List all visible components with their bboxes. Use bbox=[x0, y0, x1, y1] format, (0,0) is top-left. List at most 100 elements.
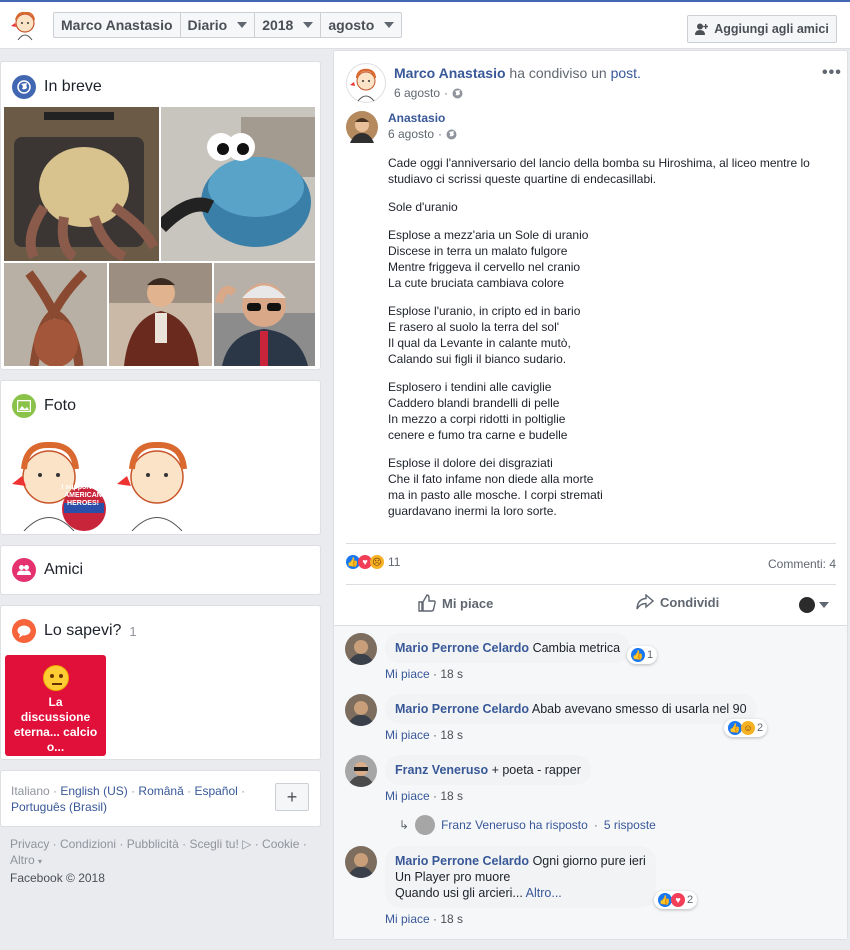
comment-item: Mario Perrone Celardo Abab avevano smess… bbox=[345, 694, 757, 742]
language-spanish[interactable]: Español bbox=[194, 784, 237, 798]
photo-icon bbox=[12, 394, 36, 418]
comment-author[interactable]: Franz Veneruso bbox=[395, 763, 488, 777]
featured-photo-vacuum[interactable] bbox=[161, 107, 315, 261]
post-author-name[interactable]: Marco Anastasio bbox=[394, 65, 506, 81]
comment-avatar[interactable] bbox=[345, 755, 377, 787]
crumb-year-dropdown[interactable]: 2018 bbox=[255, 13, 322, 37]
like-reaction-icon: 👍 bbox=[658, 893, 672, 907]
post-shared-link[interactable]: post. bbox=[611, 65, 641, 81]
footer-adchoices[interactable]: Scegli tu! bbox=[189, 837, 238, 851]
haha-reaction-icon: ☺ bbox=[741, 721, 755, 735]
comment-meta: Mi piace · 18 s bbox=[385, 912, 464, 926]
profile-avatar-small[interactable] bbox=[8, 8, 42, 42]
like-button[interactable]: Mi piace bbox=[418, 594, 493, 612]
featured-photo-sculpture[interactable] bbox=[4, 263, 107, 366]
share-button[interactable]: Condividi bbox=[636, 594, 719, 610]
comment-author[interactable]: Mario Perrone Celardo bbox=[395, 641, 529, 655]
comment-item: Franz Veneruso + poeta - rapper Mi piace… bbox=[345, 755, 591, 803]
comment-avatar[interactable] bbox=[345, 633, 377, 665]
footer-more[interactable]: Altro bbox=[10, 853, 35, 867]
comments-count[interactable]: Commenti: 4 bbox=[768, 557, 836, 571]
add-friend-button[interactable]: Aggiungi agli amici bbox=[687, 15, 837, 43]
globe-icon bbox=[446, 129, 457, 139]
lo-sapevi-question-card[interactable]: La discussione eterna... calcio o... bbox=[5, 655, 106, 756]
comment-time[interactable]: 18 s bbox=[440, 912, 463, 926]
comment-text: Abab avevano smesso di usarla nel 90 bbox=[531, 702, 747, 716]
post-author-avatar[interactable] bbox=[346, 63, 386, 103]
comment-bubble: Franz Veneruso + poeta - rapper bbox=[385, 755, 591, 785]
adchoices-icon: ▷ bbox=[242, 837, 252, 851]
comment-text: Cambia metrica bbox=[532, 641, 621, 655]
original-author-avatar[interactable] bbox=[346, 111, 378, 143]
amici-card: Amici bbox=[0, 545, 321, 595]
comment-reaction-count: 2 bbox=[687, 894, 694, 906]
comment-meta: Mi piace · 18 s bbox=[385, 667, 464, 681]
lo-sapevi-header: Lo sapevi? 1 bbox=[12, 619, 137, 643]
comment-see-more-link[interactable]: Altro... bbox=[526, 886, 562, 900]
in-breve-card: In breve bbox=[0, 61, 321, 370]
comment-like-link[interactable]: Mi piace bbox=[385, 789, 430, 803]
chevron-down-icon bbox=[303, 22, 314, 28]
post-header-line: Marco Anastasio ha condiviso un post. bbox=[394, 65, 641, 81]
language-english[interactable]: English (US) bbox=[60, 784, 127, 798]
comment-bubble: Mario Perrone Celardo Abab avevano smess… bbox=[385, 694, 757, 724]
original-author-name[interactable]: Anastasio bbox=[388, 111, 445, 125]
lo-sapevi-question-text: La discussione eterna... calcio o... bbox=[13, 695, 98, 754]
post-divider-top bbox=[346, 543, 836, 544]
original-date[interactable]: 6 agosto bbox=[388, 127, 434, 141]
post-date[interactable]: 6 agosto bbox=[394, 86, 440, 100]
chevron-down-icon bbox=[237, 22, 248, 28]
friends-icon bbox=[12, 558, 36, 582]
amici-header[interactable]: Amici bbox=[12, 558, 83, 582]
footer-privacy[interactable]: Privacy bbox=[10, 837, 49, 851]
commenter-avatar bbox=[799, 597, 815, 613]
replies-summary[interactable]: ↳ Franz Veneruso ha risposto · 5 rispost… bbox=[399, 815, 656, 835]
crumb-month-dropdown[interactable]: agosto bbox=[321, 13, 401, 37]
post-options-icon[interactable]: ••• bbox=[822, 64, 842, 82]
share-label: Condividi bbox=[660, 594, 720, 610]
thinking-face-icon bbox=[42, 665, 69, 691]
comment-reactions[interactable]: 👍 ♥ 2 bbox=[654, 891, 698, 909]
comment-like-link[interactable]: Mi piace bbox=[385, 728, 430, 742]
poem-stanza-1: Esplose a mezz'aria un Sole di uranio Di… bbox=[388, 228, 589, 290]
timeline-breadcrumb: Marco Anastasio Diario 2018 agosto bbox=[53, 12, 403, 38]
comment-reaction-count: 1 bbox=[647, 649, 654, 661]
language-portuguese[interactable]: Português (Brasil) bbox=[11, 800, 107, 814]
comment-author[interactable]: Mario Perrone Celardo bbox=[395, 702, 529, 716]
footer-ads[interactable]: Pubblicità bbox=[127, 837, 179, 851]
globe-icon bbox=[452, 88, 463, 98]
comment-like-link[interactable]: Mi piace bbox=[385, 912, 430, 926]
post-divider-mid bbox=[346, 584, 836, 585]
plus-icon: + bbox=[286, 787, 298, 807]
amici-title: Amici bbox=[44, 561, 84, 578]
photo-thumbnail-2[interactable] bbox=[109, 429, 212, 531]
comment-time[interactable]: 18 s bbox=[440, 667, 463, 681]
language-list: Italiano · English (US) · Română · Españ… bbox=[11, 784, 246, 814]
photo-thumbnail-1[interactable] bbox=[4, 429, 107, 531]
language-romanian[interactable]: Română bbox=[138, 784, 183, 798]
comment-reactions[interactable]: 👍 1 bbox=[627, 646, 658, 664]
comment-avatar[interactable] bbox=[345, 694, 377, 726]
crumb-profile-name[interactable]: Marco Anastasio bbox=[54, 13, 181, 37]
featured-photo-octopus[interactable] bbox=[4, 107, 159, 261]
comment-avatar[interactable] bbox=[345, 846, 377, 878]
comment-time[interactable]: 18 s bbox=[440, 728, 463, 742]
comment-as-selector[interactable] bbox=[799, 597, 829, 613]
featured-photo-man-jacket[interactable] bbox=[109, 263, 212, 366]
comment-time[interactable]: 18 s bbox=[440, 789, 463, 803]
footer-cookie[interactable]: Cookie bbox=[262, 837, 299, 851]
comment-reactions[interactable]: 👍 ☺ 2 bbox=[724, 719, 768, 737]
comment-like-link[interactable]: Mi piace bbox=[385, 667, 430, 681]
more-languages-button[interactable]: + bbox=[275, 783, 309, 811]
featured-photo-man-sunglasses[interactable] bbox=[214, 263, 315, 366]
like-label: Mi piace bbox=[442, 595, 494, 611]
reaction-summary[interactable]: 👍 ♥ ☹ 11 bbox=[346, 555, 400, 569]
comment-author[interactable]: Mario Perrone Celardo bbox=[395, 854, 529, 868]
footer-terms[interactable]: Condizioni bbox=[60, 837, 116, 851]
poem-stanza-2: Esplose l'uranio, in cripto ed in bario … bbox=[388, 304, 581, 366]
crumb-diario-dropdown[interactable]: Diario bbox=[181, 13, 256, 37]
comment-item: Mario Perrone Celardo Cambia metrica Mi … bbox=[345, 633, 631, 681]
thumbs-up-icon bbox=[418, 594, 436, 612]
comment-bubble: Mario Perrone Celardo Cambia metrica bbox=[385, 633, 631, 663]
globe-icon bbox=[12, 75, 36, 99]
